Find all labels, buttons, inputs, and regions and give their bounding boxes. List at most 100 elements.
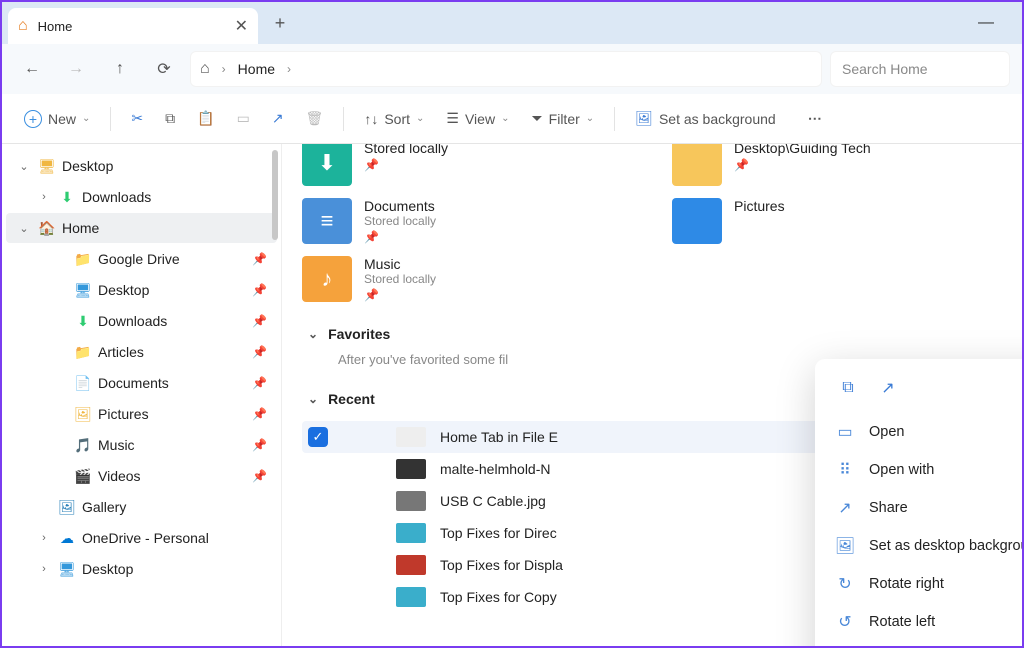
sidebar-item-videos[interactable]: 🎬Videos📌 bbox=[6, 461, 277, 491]
chevron-down-icon: ⌄ bbox=[416, 113, 424, 124]
sidebar-item-articles[interactable]: 📁Articles📌 bbox=[6, 337, 277, 367]
close-tab-icon[interactable]: ✕ bbox=[235, 16, 248, 36]
pin-icon: 📌 bbox=[734, 158, 871, 172]
sidebar-item-google-drive[interactable]: 📁Google Drive📌 bbox=[6, 244, 277, 274]
folder-stored-locally[interactable]: ⬇Stored locally📌 bbox=[302, 144, 582, 186]
sidebar-item-onedrive-personal[interactable]: ›☁OneDrive - Personal bbox=[6, 523, 277, 553]
sidebar-item-label: Videos bbox=[98, 468, 141, 484]
checkbox[interactable] bbox=[308, 459, 328, 479]
pin-icon: 📌 bbox=[252, 469, 267, 483]
share-button[interactable]: ↗ bbox=[264, 104, 292, 133]
folder-icon: ≡ bbox=[302, 198, 352, 244]
folder-icon: 🖼 bbox=[74, 405, 92, 423]
folder-documents[interactable]: ≡DocumentsStored locally📌 bbox=[302, 198, 582, 244]
chevron-icon: › bbox=[287, 62, 291, 76]
scrollbar-thumb[interactable] bbox=[272, 150, 278, 240]
breadcrumb[interactable]: Home bbox=[238, 61, 275, 77]
copy-button[interactable]: ⧉ bbox=[157, 104, 183, 133]
sidebar-item-label: Downloads bbox=[98, 313, 167, 329]
menu-item-label: Rotate left bbox=[869, 614, 935, 630]
new-tab-button[interactable]: + bbox=[264, 7, 296, 39]
filter-button[interactable]: ⏷ Filter ⌄ bbox=[523, 104, 602, 133]
sidebar-item-label: Desktop bbox=[82, 561, 133, 577]
checkbox[interactable] bbox=[308, 587, 328, 607]
expand-icon[interactable]: › bbox=[36, 532, 52, 544]
delete-button[interactable]: 🗑 bbox=[298, 104, 332, 133]
menu-item-rotate-left[interactable]: ↺Rotate left bbox=[823, 603, 1022, 641]
menu-item-open-with[interactable]: ⠿Open with› bbox=[823, 451, 1022, 489]
file-name: Home Tab in File E bbox=[440, 429, 558, 445]
pin-icon: 📌 bbox=[252, 438, 267, 452]
up-button[interactable]: ↑ bbox=[102, 51, 138, 87]
menu-item-share[interactable]: ↗Share bbox=[823, 489, 1022, 527]
tab-title: Home bbox=[38, 19, 225, 34]
folder-icon: 🖥 bbox=[74, 281, 92, 299]
folder-location: Stored locally bbox=[364, 214, 436, 228]
sidebar: ⌄🖥Desktop›⬇Downloads⌄🏠Home📁Google Drive📌… bbox=[2, 144, 282, 646]
folder-pictures[interactable]: Pictures bbox=[672, 198, 952, 244]
titlebar: ⌂ Home ✕ + — bbox=[2, 2, 1022, 44]
command-bar: + New ⌄ ✂ ⧉ 📋 ▭ ↗ 🗑 ↑↓ Sort ⌄ ☰ View ⌄ ⏷… bbox=[2, 94, 1022, 144]
minimize-button[interactable]: — bbox=[966, 8, 1006, 38]
back-button[interactable]: ← bbox=[14, 51, 50, 87]
checkbox[interactable] bbox=[308, 523, 328, 543]
share-icon[interactable]: ↗ bbox=[873, 373, 903, 403]
sidebar-item-downloads[interactable]: ⬇Downloads📌 bbox=[6, 306, 277, 336]
expand-icon[interactable]: › bbox=[36, 191, 52, 203]
sidebar-item-pictures[interactable]: 🖼Pictures📌 bbox=[6, 399, 277, 429]
menu-item-rotate-right[interactable]: ↻Rotate right bbox=[823, 565, 1022, 603]
sidebar-item-music[interactable]: 🎵Music📌 bbox=[6, 430, 277, 460]
sort-button[interactable]: ↑↓ Sort ⌄ bbox=[356, 105, 432, 133]
sidebar-item-label: OneDrive - Personal bbox=[82, 530, 209, 546]
recent-label: Recent bbox=[328, 391, 375, 407]
pin-icon: 📌 bbox=[364, 230, 436, 244]
folder-icon: 📁 bbox=[74, 343, 92, 361]
copy-icon[interactable]: ⧉ bbox=[833, 373, 863, 403]
sidebar-item-downloads[interactable]: ›⬇Downloads bbox=[6, 182, 277, 212]
paste-button[interactable]: 📋 bbox=[189, 104, 222, 133]
favorites-label: Favorites bbox=[328, 326, 390, 342]
pin-icon: 📌 bbox=[364, 288, 436, 302]
folder-music[interactable]: ♪MusicStored locally📌 bbox=[302, 256, 582, 302]
tab-home[interactable]: ⌂ Home ✕ bbox=[8, 8, 258, 44]
pin-icon: 📌 bbox=[252, 283, 267, 297]
sidebar-item-documents[interactable]: 📄Documents📌 bbox=[6, 368, 277, 398]
view-button[interactable]: ☰ View ⌄ bbox=[438, 104, 517, 133]
home-icon: ⌂ bbox=[200, 60, 210, 78]
sort-icon: ↑↓ bbox=[364, 111, 378, 127]
refresh-button[interactable]: ⟳ bbox=[146, 51, 182, 87]
checkbox[interactable]: ✓ bbox=[308, 427, 328, 447]
folder-desktop-guiding-tech[interactable]: Desktop\Guiding Tech📌 bbox=[672, 144, 952, 186]
nav-bar: ← → ↑ ⟳ ⌂ › Home › Search Home bbox=[2, 44, 1022, 94]
menu-item-open[interactable]: ▭OpenEnter bbox=[823, 413, 1022, 451]
favorites-section[interactable]: ⌄ Favorites bbox=[308, 320, 1002, 348]
cut-button[interactable]: ✂ bbox=[123, 104, 151, 133]
file-name: Top Fixes for Copy bbox=[440, 589, 557, 605]
sidebar-item-gallery[interactable]: 🖼Gallery bbox=[6, 492, 277, 522]
pin-icon: 📌 bbox=[252, 345, 267, 359]
rename-button[interactable]: ▭ bbox=[229, 104, 258, 133]
more-button[interactable]: ⋯ bbox=[800, 104, 830, 133]
sidebar-item-home[interactable]: ⌄🏠Home bbox=[6, 213, 277, 243]
pin-icon: 📌 bbox=[252, 252, 267, 266]
expand-icon[interactable]: ⌄ bbox=[16, 222, 32, 235]
menu-item-set-as-desktop-background[interactable]: 🖼Set as desktop background bbox=[823, 527, 1022, 565]
folder-icon bbox=[672, 198, 722, 244]
new-button[interactable]: + New ⌄ bbox=[16, 104, 98, 134]
checkbox[interactable] bbox=[308, 555, 328, 575]
sidebar-item-label: Downloads bbox=[82, 189, 151, 205]
sidebar-item-desktop[interactable]: 🖥Desktop📌 bbox=[6, 275, 277, 305]
search-input[interactable]: Search Home bbox=[830, 51, 1010, 87]
pin-icon: 📌 bbox=[252, 314, 267, 328]
expand-icon[interactable]: ⌄ bbox=[16, 160, 32, 173]
checkbox[interactable] bbox=[308, 491, 328, 511]
menu-icon: 🖼 bbox=[835, 536, 855, 556]
forward-button[interactable]: → bbox=[58, 51, 94, 87]
expand-icon[interactable]: › bbox=[36, 563, 52, 575]
sidebar-item-desktop[interactable]: ⌄🖥Desktop bbox=[6, 151, 277, 181]
set-background-button[interactable]: 🖼 Set as background bbox=[627, 104, 784, 133]
menu-item-open-file-location[interactable]: 📂Open file location bbox=[823, 641, 1022, 646]
sidebar-item-desktop[interactable]: ›🖥Desktop bbox=[6, 554, 277, 584]
context-menu: ⧉ ↗ ▭OpenEnter⠿Open with›↗Share🖼Set as d… bbox=[815, 359, 1022, 646]
address-bar[interactable]: ⌂ › Home › bbox=[190, 51, 822, 87]
